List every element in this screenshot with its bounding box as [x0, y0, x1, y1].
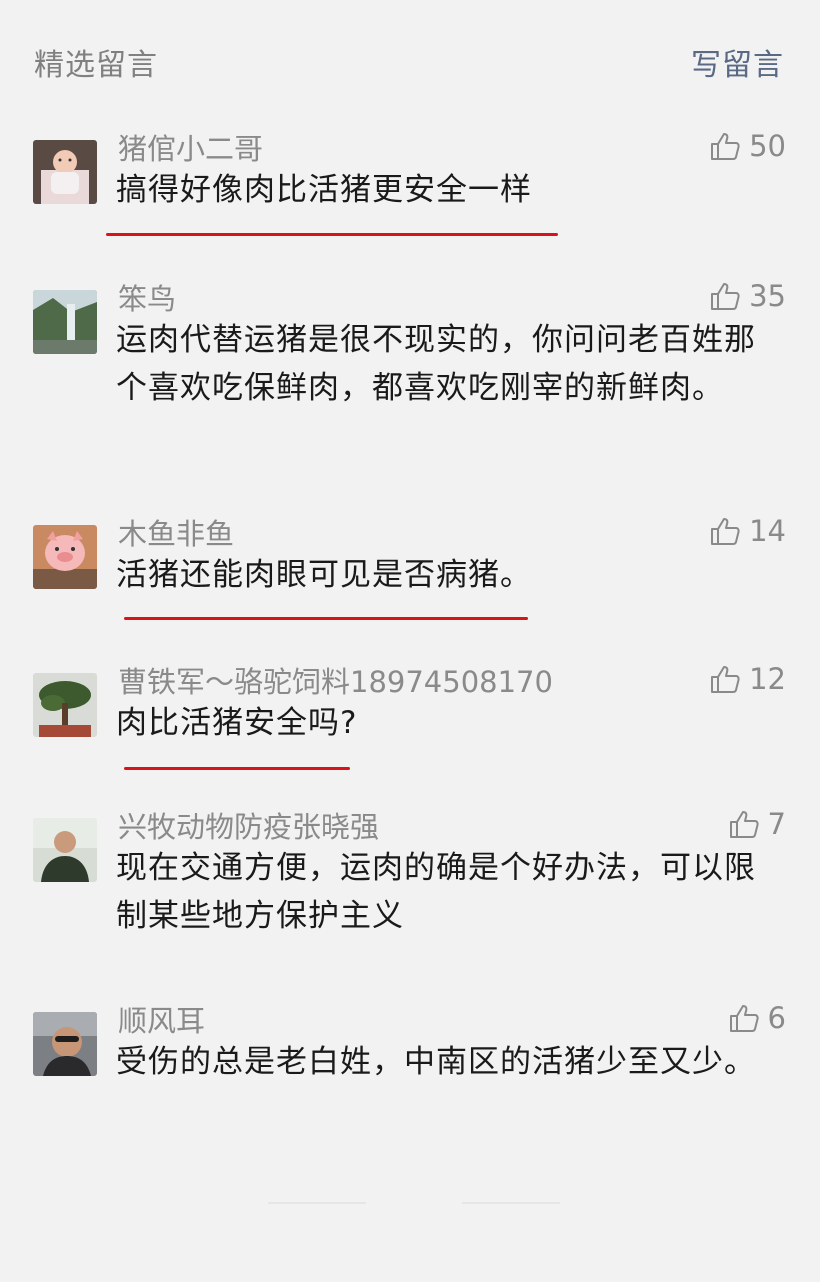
- thumbs-up-icon: [711, 283, 740, 310]
- like-count: 12: [749, 662, 786, 696]
- thumbs-up-icon: [711, 518, 740, 545]
- avatar-cartoon-pig[interactable]: [33, 525, 97, 589]
- avatar-waterfall-landscape[interactable]: [33, 290, 97, 354]
- write-comment-link[interactable]: 写留言: [691, 40, 784, 84]
- comment-text: 肉比活猪安全吗?: [116, 705, 358, 741]
- comment-text: 运肉代替运猪是很不现实的，你问问老百姓那个喜欢吃保鲜肉，都喜欢吃刚宰的新鲜肉。: [116, 322, 756, 406]
- red-underline-annotation: [106, 233, 558, 236]
- comment-text: 搞得好像肉比活猪更安全一样: [116, 172, 532, 208]
- avatar-bonsai-tree[interactable]: [33, 673, 97, 737]
- comment-nickname: 猪倌小二哥: [118, 132, 264, 166]
- comment-text: 现在交通方便，运肉的确是个好办法，可以限制某些地方保护主义: [116, 850, 756, 934]
- like-button[interactable]: 14: [709, 513, 786, 549]
- comment-nickname: 木鱼非鱼: [118, 517, 235, 551]
- like-button[interactable]: 7: [728, 806, 786, 842]
- like-count: 14: [749, 514, 786, 548]
- like-count: 7: [767, 807, 786, 841]
- footer-divider-left: [268, 1202, 366, 1204]
- avatar-baby-photo[interactable]: [33, 140, 97, 204]
- comment-nickname: 笨鸟: [118, 282, 177, 316]
- like-count: 35: [749, 279, 786, 313]
- comment-text: 活猪还能肉眼可见是否病猪。: [116, 557, 532, 593]
- comment-nickname: 兴牧动物防疫张晓强: [118, 810, 380, 844]
- like-count: 6: [767, 1001, 786, 1035]
- like-button[interactable]: 35: [709, 278, 786, 314]
- footer-divider-right: [462, 1202, 560, 1204]
- like-button[interactable]: 12: [709, 661, 786, 697]
- like-button[interactable]: 6: [728, 1000, 786, 1036]
- red-underline-annotation: [124, 767, 350, 770]
- comment-text: 受伤的总是老白姓，中南区的活猪少至又少。: [116, 1044, 756, 1080]
- thumbs-up-icon: [729, 1005, 759, 1032]
- red-underline-annotation: [124, 617, 528, 620]
- comment-nickname: 曹铁军～骆驼饲料18974508170: [118, 665, 553, 699]
- comment-nickname: 顺风耳: [118, 1004, 206, 1038]
- like-count: 50: [749, 129, 786, 163]
- avatar-man-portrait[interactable]: [33, 818, 97, 882]
- selected-comments-title: 精选留言: [34, 48, 158, 83]
- thumbs-up-icon: [711, 666, 740, 693]
- comments-header: 精选留言 写留言: [0, 0, 820, 120]
- thumbs-up-icon: [711, 133, 740, 160]
- avatar-man-sunglasses[interactable]: [33, 1012, 97, 1076]
- like-button[interactable]: 50: [709, 128, 786, 164]
- thumbs-up-icon: [729, 811, 759, 838]
